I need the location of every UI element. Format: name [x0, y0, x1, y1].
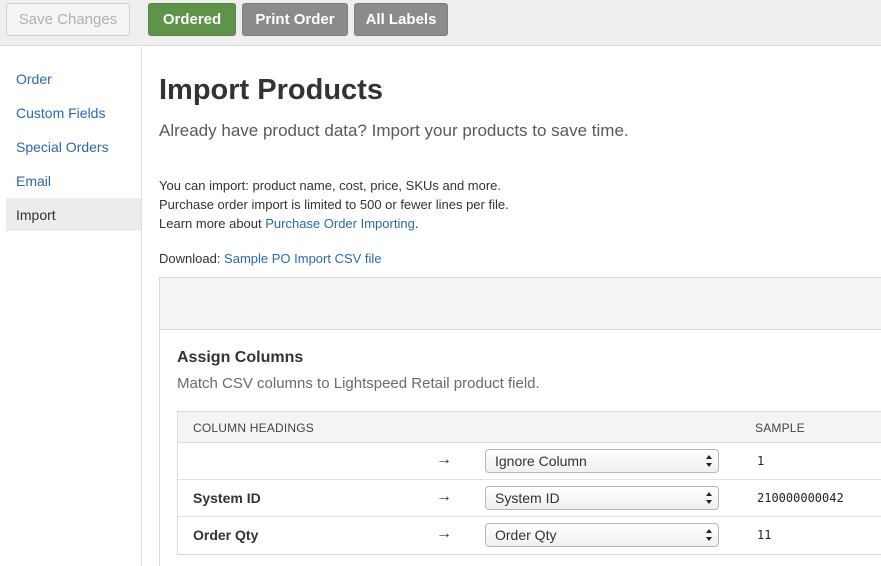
learn-more-prefix: Learn more about [159, 216, 266, 231]
file-upload-area[interactable] [159, 277, 881, 330]
assign-columns-subtitle: Match CSV columns to Lightspeed Retail p… [177, 375, 540, 392]
field-select-value: System ID [495, 490, 560, 506]
assign-columns-panel: Assign Columns Match CSV columns to Ligh… [159, 330, 881, 566]
purchase-order-importing-link[interactable]: Purchase Order Importing [265, 216, 415, 231]
sidebar-nav: Order Custom Fields Special Orders Email… [0, 47, 142, 566]
ordered-button[interactable]: Ordered [148, 3, 236, 36]
print-order-button[interactable]: Print Order [242, 3, 348, 36]
column-headings-header: COLUMN HEADINGS [193, 421, 315, 435]
import-info: You can import: product name, cost, pric… [159, 176, 509, 233]
sample-value: 11 [757, 528, 772, 542]
sample-value: 1 [757, 454, 765, 468]
sidebar-item-custom-fields[interactable]: Custom Fields [6, 96, 141, 129]
sidebar-item-import[interactable]: Import [6, 198, 141, 231]
info-line-fields: You can import: product name, cost, pric… [159, 178, 502, 193]
column-heading-name: Order Qty [193, 527, 259, 543]
page-title: Import Products [159, 74, 383, 106]
save-changes-button[interactable]: Save Changes [6, 3, 130, 36]
field-select[interactable]: Order Qty [485, 523, 719, 547]
assign-columns-title: Assign Columns [177, 349, 304, 366]
field-select-value: Order Qty [495, 527, 557, 543]
sidebar-item-order[interactable]: Order [6, 62, 141, 95]
sample-value: 210000000042 [757, 491, 844, 505]
arrow-right-icon: → [436, 488, 452, 505]
sidebar-item-special-orders[interactable]: Special Orders [6, 130, 141, 163]
download-line: Download: Sample PO Import CSV file [159, 251, 382, 266]
learn-more-suffix: . [414, 216, 419, 231]
field-select-value: Ignore Column [495, 453, 587, 469]
arrow-right-icon: → [436, 451, 452, 468]
page-subtitle: Already have product data? Import your p… [159, 121, 629, 140]
table-header: COLUMN HEADINGS SAMPLE [178, 412, 881, 443]
table-row: → Ignore Column 1 [178, 443, 881, 480]
info-line-limit: Purchase order import is limited to 500 … [159, 197, 509, 212]
arrow-right-icon: → [436, 525, 452, 542]
field-select[interactable]: System ID [485, 486, 719, 510]
sample-header: SAMPLE [755, 421, 805, 435]
select-arrows-icon [706, 529, 712, 541]
info-line-learn-more: Learn more about Purchase Order Importin… [159, 214, 509, 233]
top-toolbar: Save Changes Ordered Print Order All Lab… [0, 0, 881, 46]
select-arrows-icon [706, 455, 712, 467]
select-arrows-icon [706, 492, 712, 504]
sidebar-item-email[interactable]: Email [6, 164, 141, 197]
column-mapping-table: COLUMN HEADINGS SAMPLE → Ignore Column 1… [177, 411, 881, 555]
field-select[interactable]: Ignore Column [485, 449, 719, 473]
table-row: System ID → System ID 210000000042 [178, 480, 881, 517]
sample-csv-link[interactable]: Sample PO Import CSV file [224, 251, 382, 266]
download-label: Download: [159, 251, 225, 266]
all-labels-button[interactable]: All Labels [354, 3, 448, 36]
table-row: Order Qty → Order Qty 11 [178, 517, 881, 554]
column-heading-name: System ID [193, 490, 261, 506]
